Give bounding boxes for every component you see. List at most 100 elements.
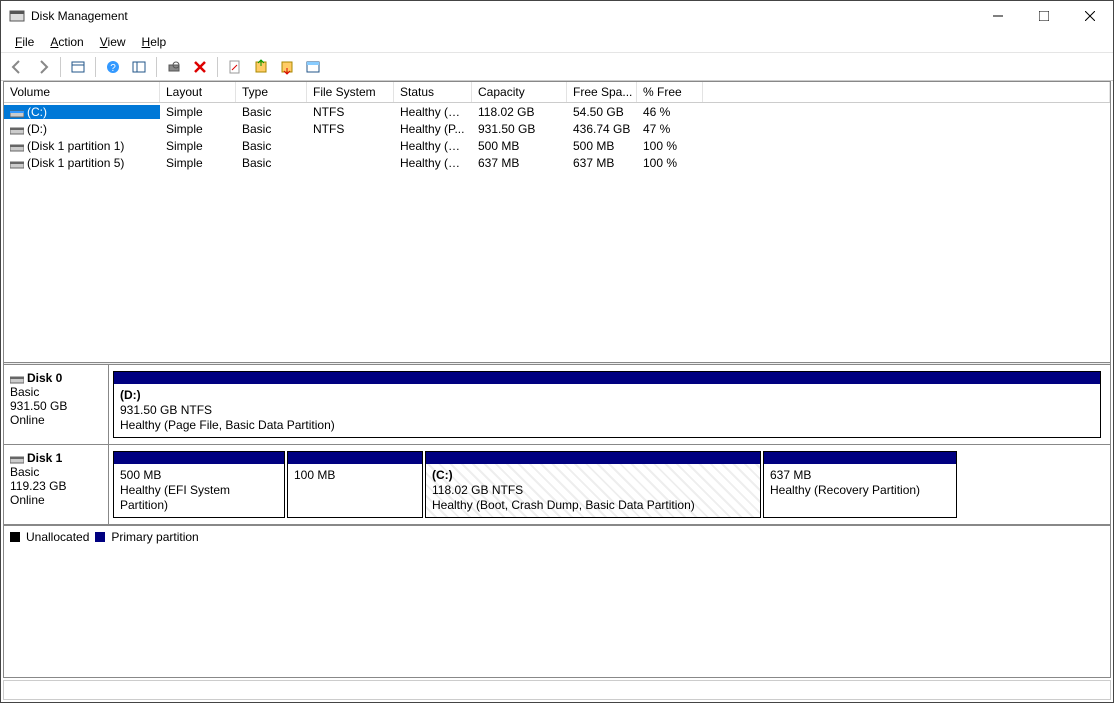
drive-icon	[10, 158, 24, 168]
drive-icon	[10, 141, 24, 151]
titlebar: Disk Management	[1, 1, 1113, 31]
disk-status: Online	[10, 413, 102, 427]
partition[interactable]: 500 MBHealthy (EFI System Partition)	[113, 451, 285, 518]
menu-view[interactable]: View	[92, 33, 134, 51]
volume-status: Healthy (P...	[394, 122, 472, 136]
col-capacity[interactable]: Capacity	[472, 82, 567, 102]
minimize-button[interactable]	[975, 1, 1021, 31]
legend-label-unallocated: Unallocated	[26, 530, 89, 544]
partition-status: Healthy (Recovery Partition)	[770, 483, 950, 498]
volume-list[interactable]: Volume Layout Type File System Status Ca…	[4, 82, 1110, 362]
volume-pct-free: 46 %	[637, 105, 703, 119]
volume-status: Healthy (R...	[394, 156, 472, 170]
volume-capacity: 500 MB	[472, 139, 567, 153]
back-button[interactable]	[5, 56, 29, 78]
maximize-button[interactable]	[1021, 1, 1067, 31]
volume-name: (C:)	[27, 105, 47, 119]
disk-icon	[10, 453, 24, 465]
disk-partitions: 500 MBHealthy (EFI System Partition) 100 …	[109, 445, 1110, 524]
volume-type: Basic	[236, 105, 307, 119]
legend-swatch-primary	[95, 532, 105, 542]
disk-type: Basic	[10, 385, 102, 399]
partition-status: Healthy (Page File, Basic Data Partition…	[120, 418, 1094, 433]
partition-size: 118.02 GB NTFS	[432, 483, 754, 498]
volume-layout: Simple	[160, 105, 236, 119]
partition-status: Healthy (EFI System Partition)	[120, 483, 278, 513]
help-button[interactable]: ?	[101, 56, 125, 78]
content-area: Volume Layout Type File System Status Ca…	[3, 81, 1111, 678]
disk-id: Disk 0	[27, 371, 62, 385]
partition-size: 637 MB	[770, 468, 950, 483]
partition[interactable]: (D:)931.50 GB NTFSHealthy (Page File, Ba…	[113, 371, 1101, 438]
show-hide-console-tree-button[interactable]	[66, 56, 90, 78]
partition-color-bar	[114, 452, 284, 464]
partition-color-bar	[426, 452, 760, 464]
col-layout[interactable]: Layout	[160, 82, 236, 102]
volume-layout: Simple	[160, 122, 236, 136]
volume-name: (Disk 1 partition 1)	[27, 139, 124, 153]
volume-row[interactable]: (D:) SimpleBasicNTFSHealthy (P...931.50 G…	[4, 120, 1110, 137]
toolbar: ?	[1, 53, 1113, 81]
action-button-1[interactable]	[249, 56, 273, 78]
volume-capacity: 931.50 GB	[472, 122, 567, 136]
partition[interactable]: 637 MBHealthy (Recovery Partition)	[763, 451, 957, 518]
properties-button[interactable]	[223, 56, 247, 78]
volume-name: (D:)	[27, 122, 47, 136]
volume-type: Basic	[236, 122, 307, 136]
disk-info[interactable]: Disk 1Basic119.23 GBOnline	[4, 445, 109, 524]
volume-row[interactable]: (Disk 1 partition 1)SimpleBasicHealthy (…	[4, 137, 1110, 154]
partition[interactable]: (C:)118.02 GB NTFSHealthy (Boot, Crash D…	[425, 451, 761, 518]
col-free-space[interactable]: Free Spa...	[567, 82, 637, 102]
volume-list-header[interactable]: Volume Layout Type File System Status Ca…	[4, 82, 1110, 103]
volume-row[interactable]: (Disk 1 partition 5) SimpleBasic Healthy (…	[4, 154, 1110, 171]
menu-file[interactable]: File	[7, 33, 42, 51]
menu-action[interactable]: Action	[42, 33, 91, 51]
partition-size: 500 MB	[120, 468, 278, 483]
disk-info[interactable]: Disk 0Basic931.50 GBOnline	[4, 365, 109, 444]
volume-capacity: 637 MB	[472, 156, 567, 170]
volume-pct-free: 47 %	[637, 122, 703, 136]
disk-status: Online	[10, 493, 102, 507]
settings-button[interactable]	[127, 56, 151, 78]
close-button[interactable]	[1067, 1, 1113, 31]
volume-fs: NTFS	[307, 105, 394, 119]
col-type[interactable]: Type	[236, 82, 307, 102]
forward-button[interactable]	[31, 56, 55, 78]
disk-icon	[10, 373, 24, 385]
svg-text:?: ?	[110, 63, 116, 74]
partition-name: (C:)	[432, 468, 754, 483]
legend-swatch-unallocated	[10, 532, 20, 542]
volume-status: Healthy (E...	[394, 139, 472, 153]
drive-icon	[10, 107, 24, 117]
disk-type: Basic	[10, 465, 102, 479]
disk-row: Disk 0Basic931.50 GBOnline(D:)931.50 GB …	[4, 365, 1110, 445]
volume-pct-free: 100 %	[637, 156, 703, 170]
action-button-2[interactable]	[275, 56, 299, 78]
partition-color-bar	[114, 372, 1100, 384]
partition-color-bar	[288, 452, 422, 464]
volume-free: 54.50 GB	[567, 105, 637, 119]
col-filesystem[interactable]: File System	[307, 82, 394, 102]
volume-row[interactable]: (C:)SimpleBasicNTFSHealthy (B...118.02 G…	[4, 103, 1110, 120]
partition-size: 100 MB	[294, 468, 416, 483]
disk-size: 931.50 GB	[10, 399, 102, 413]
partition-size: 931.50 GB NTFS	[120, 403, 1094, 418]
app-icon	[9, 8, 25, 24]
action-button-3[interactable]	[301, 56, 325, 78]
menu-help[interactable]: Help	[134, 33, 175, 51]
volume-name: (Disk 1 partition 5)	[27, 156, 124, 170]
col-blank	[703, 82, 1110, 102]
refresh-button[interactable]	[162, 56, 186, 78]
partition[interactable]: 100 MB	[287, 451, 423, 518]
volume-layout: Simple	[160, 156, 236, 170]
col-status[interactable]: Status	[394, 82, 472, 102]
col-percent-free[interactable]: % Free	[637, 82, 703, 102]
volume-fs: NTFS	[307, 122, 394, 136]
volume-free: 637 MB	[567, 156, 637, 170]
delete-icon[interactable]	[188, 56, 212, 78]
volume-capacity: 118.02 GB	[472, 105, 567, 119]
col-volume[interactable]: Volume	[4, 82, 160, 102]
volume-type: Basic	[236, 156, 307, 170]
legend: Unallocated Primary partition	[4, 525, 1110, 548]
partition-name: (D:)	[120, 388, 1094, 403]
